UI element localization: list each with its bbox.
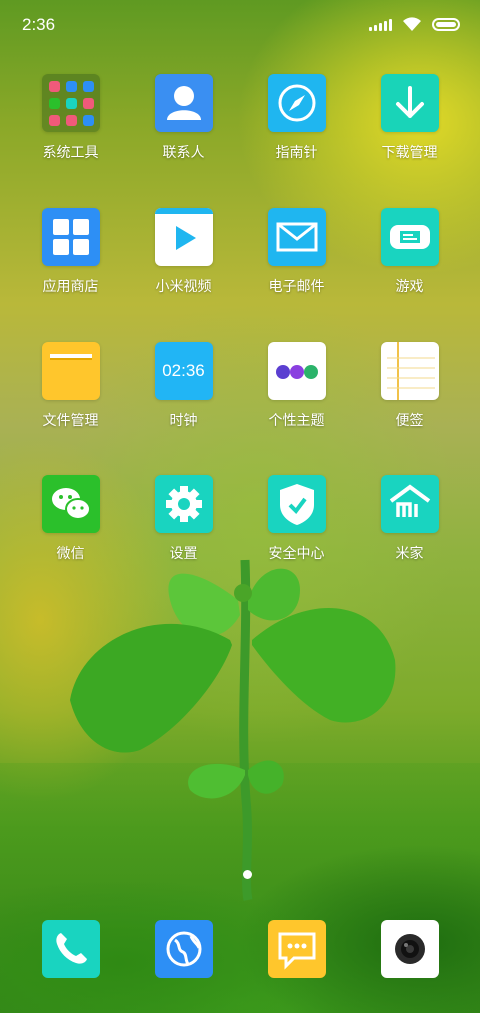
app-system-tools-folder[interactable]: 系统工具 <box>14 74 127 162</box>
folder-icon <box>41 74 100 132</box>
camera-icon <box>380 920 439 978</box>
app-themes[interactable]: 个性主题 <box>240 342 353 430</box>
app-clock[interactable]: 02:36 时钟 <box>127 342 240 430</box>
app-label: 个性主题 <box>268 413 325 429</box>
app-store[interactable]: 应用商店 <box>14 208 127 296</box>
app-security-center[interactable]: 安全中心 <box>240 475 353 563</box>
play-icon <box>154 208 213 266</box>
download-arrow-icon <box>380 74 439 132</box>
app-label: 安全中心 <box>268 546 325 562</box>
status-bar: 2:36 <box>0 0 480 50</box>
app-label: 电子邮件 <box>268 279 325 295</box>
app-grid-icon <box>41 208 100 266</box>
wifi-icon <box>403 17 421 31</box>
app-downloads[interactable]: 下载管理 <box>353 74 466 162</box>
app-email[interactable]: 电子邮件 <box>240 208 353 296</box>
signal-icon <box>369 17 392 31</box>
app-file-manager[interactable]: 文件管理 <box>14 342 127 430</box>
message-icon <box>267 920 326 978</box>
app-label: 时钟 <box>169 413 198 429</box>
app-settings[interactable]: 设置 <box>127 475 240 563</box>
globe-icon <box>154 920 213 978</box>
app-label: 便签 <box>395 413 424 429</box>
dock-browser[interactable] <box>127 920 240 978</box>
app-games[interactable]: 游戏 <box>353 208 466 296</box>
app-notes[interactable]: 便签 <box>353 342 466 430</box>
app-contacts[interactable]: 联系人 <box>127 74 240 162</box>
app-mi-video[interactable]: 小米视频 <box>127 208 240 296</box>
theme-dots-icon <box>267 342 326 400</box>
envelope-icon <box>267 208 326 266</box>
dock-phone[interactable] <box>14 920 127 978</box>
dock-camera[interactable] <box>353 920 466 978</box>
clock-icon: 02:36 <box>154 342 213 400</box>
gear-icon <box>154 475 213 533</box>
mi-home-icon <box>380 475 439 533</box>
wechat-icon <box>41 475 100 533</box>
notepad-icon <box>380 342 439 400</box>
app-label: 设置 <box>169 546 198 562</box>
shield-icon <box>267 475 326 533</box>
app-label: 应用商店 <box>42 279 99 295</box>
clock-icon-time: 02:36 <box>162 361 205 380</box>
app-label: 微信 <box>56 546 85 562</box>
app-label: 指南针 <box>275 145 318 161</box>
dock-messages[interactable] <box>240 920 353 978</box>
app-label: 文件管理 <box>42 413 99 429</box>
app-label: 游戏 <box>395 279 424 295</box>
app-label: 联系人 <box>162 145 205 161</box>
person-icon <box>154 74 213 132</box>
page-indicator-dot <box>243 870 252 879</box>
app-compass[interactable]: 指南针 <box>240 74 353 162</box>
app-wechat[interactable]: 微信 <box>14 475 127 563</box>
app-label: 小米视频 <box>155 279 212 295</box>
app-label: 下载管理 <box>381 145 438 161</box>
phone-icon <box>41 920 100 978</box>
file-folder-icon <box>41 342 100 400</box>
gamepad-icon <box>380 208 439 266</box>
app-label: 系统工具 <box>42 145 99 161</box>
compass-icon <box>267 74 326 132</box>
battery-icon <box>432 17 460 31</box>
app-mi-home[interactable]: 米家 <box>353 475 466 563</box>
app-label: 米家 <box>395 546 424 562</box>
status-time: 2:36 <box>22 15 56 34</box>
